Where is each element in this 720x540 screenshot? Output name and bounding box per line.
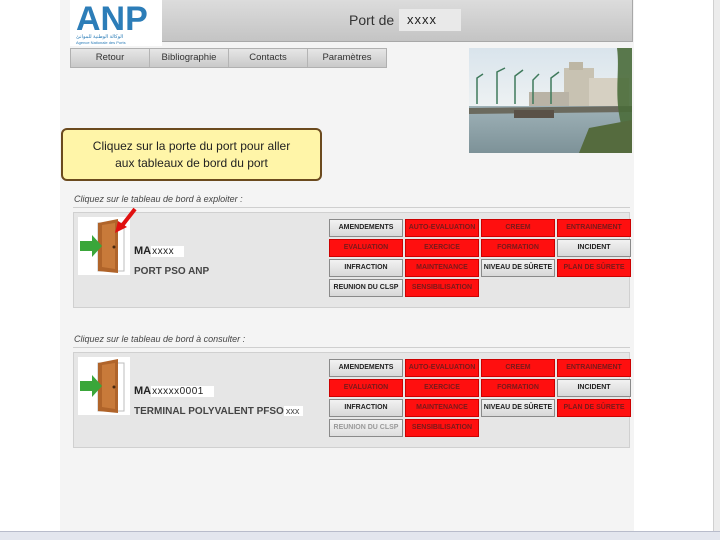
- anp-logo-mark: ANP: [76, 0, 148, 34]
- dashboard-button-incident[interactable]: INCIDENT: [557, 239, 631, 257]
- dashboard-button-plan-de-s-rete[interactable]: PLAN DE SÛRETE: [557, 259, 631, 277]
- dashboard-button-incident[interactable]: INCIDENT: [557, 379, 631, 397]
- dashboard-buttons-exploit: AMENDEMENTS AUTO-EVALUATION CREEM ENTRAINEM…: [329, 219, 631, 297]
- port-code-value: xxxx: [151, 246, 185, 257]
- dashboard-button-reunion-du-clsp[interactable]: REUNION DU CLSP: [329, 279, 403, 297]
- dashboard-button-sensibilisation[interactable]: SENSIBILISATION: [405, 279, 479, 297]
- port-code: MAxxxxx0001: [134, 385, 214, 397]
- port-name: TERMINAL POLYVALENT PFSO xxx: [134, 406, 304, 417]
- dashboard-button-creem[interactable]: CREEM: [481, 359, 555, 377]
- callout-line-1: Cliquez sur la porte du port pour aller: [92, 139, 291, 153]
- nav-bibliographie[interactable]: Bibliographie: [150, 49, 229, 67]
- page: ANP الوكالة الوطنية للموانئ Agence Natio…: [0, 0, 720, 540]
- dashboard-button-reunion-du-clsp[interactable]: REUNION DU CLSP: [329, 419, 403, 437]
- logo-subtitle-french: Agence Nationale des Ports: [76, 40, 126, 45]
- port-name-text: TERMINAL POLYVALENT PFSO: [134, 406, 284, 417]
- port-code-value: xxxxx0001: [151, 386, 214, 397]
- red-arrow-icon: [115, 207, 137, 233]
- section-divider: [73, 207, 630, 208]
- anp-logo[interactable]: ANP الوكالة الوطنية للموانئ Agence Natio…: [70, 0, 162, 46]
- dashboard-button-entrainement[interactable]: ENTRAINEMENT: [557, 359, 631, 377]
- dashboard-button-amendements[interactable]: AMENDEMENTS: [329, 359, 403, 377]
- nav-bar: Retour Bibliographie Contacts Paramètres: [70, 48, 387, 68]
- port-name-field: xxxx: [399, 9, 461, 31]
- dashboard-button-formation[interactable]: FORMATION: [481, 379, 555, 397]
- section-divider: [73, 347, 630, 348]
- dashboard-button-niveau-de-s-rete[interactable]: NIVEAU DE SÛRETE: [481, 259, 555, 277]
- page-title: Port de: [349, 12, 395, 28]
- nav-parametres[interactable]: Paramètres: [308, 49, 386, 67]
- port-name-text: PORT PSO ANP: [134, 266, 210, 277]
- dashboard-panel-exploit: MAxxxx PORT PSO ANP AMENDEMENTS AUTO-EVAL…: [73, 212, 631, 308]
- port-code-prefix: MA: [134, 245, 152, 257]
- nav-contacts[interactable]: Contacts: [229, 49, 308, 67]
- dashboard-button-creem[interactable]: CREEM: [481, 219, 555, 237]
- dashboard-button-formation[interactable]: FORMATION: [481, 239, 555, 257]
- dashboard-button-niveau-de-s-rete[interactable]: NIVEAU DE SÛRETE: [481, 399, 555, 417]
- dashboard-button-auto-evaluation[interactable]: AUTO-EVALUATION: [405, 219, 479, 237]
- dashboard-buttons-consult: AMENDEMENTS AUTO-EVALUATION CREEM ENTRAINEM…: [329, 359, 631, 437]
- door-icon[interactable]: [78, 357, 130, 415]
- dashboard-button-evaluation[interactable]: EVALUATION: [329, 379, 403, 397]
- svg-text:ANP: ANP: [76, 0, 148, 34]
- dashboard-button-auto-evaluation[interactable]: AUTO-EVALUATION: [405, 359, 479, 377]
- nav-retour[interactable]: Retour: [71, 49, 150, 67]
- dashboard-button-exercice[interactable]: EXERCICE: [405, 379, 479, 397]
- dashboard-button-amendements[interactable]: AMENDEMENTS: [329, 219, 403, 237]
- instruction-callout: Cliquez sur la porte du port pour aller …: [61, 128, 322, 181]
- dashboard-button-plan-de-s-rete[interactable]: PLAN DE SÛRETE: [557, 399, 631, 417]
- dashboard-button-sensibilisation[interactable]: SENSIBILISATION: [405, 419, 479, 437]
- bottom-bar: [0, 531, 720, 540]
- port-name-suffix: xxx: [283, 406, 304, 416]
- header-bar: [162, 0, 633, 42]
- port-code: MAxxxx: [134, 245, 185, 257]
- port-code-prefix: MA: [134, 385, 152, 397]
- dashboard-button-infraction[interactable]: INFRACTION: [329, 399, 403, 417]
- port-name: PORT PSO ANP: [134, 266, 209, 277]
- dashboard-button-evaluation[interactable]: EVALUATION: [329, 239, 403, 257]
- dashboard-button-exercice[interactable]: EXERCICE: [405, 239, 479, 257]
- callout-line-2: aux tableaux de bord du port: [115, 156, 268, 170]
- dashboard-panel-consult: MAxxxxx0001 TERMINAL POLYVALENT PFSO xxx …: [73, 352, 631, 448]
- section-label-consult: Cliquez sur le tableau de bord à consult…: [74, 334, 246, 344]
- section-label-exploit: Cliquez sur le tableau de bord à exploit…: [74, 194, 243, 204]
- scroll-edge: [713, 0, 720, 540]
- port-photo: [469, 48, 632, 153]
- dashboard-button-entrainement[interactable]: ENTRAINEMENT: [557, 219, 631, 237]
- dashboard-button-infraction[interactable]: INFRACTION: [329, 259, 403, 277]
- dashboard-button-maintenance[interactable]: MAINTENANCE: [405, 259, 479, 277]
- dashboard-button-maintenance[interactable]: MAINTENANCE: [405, 399, 479, 417]
